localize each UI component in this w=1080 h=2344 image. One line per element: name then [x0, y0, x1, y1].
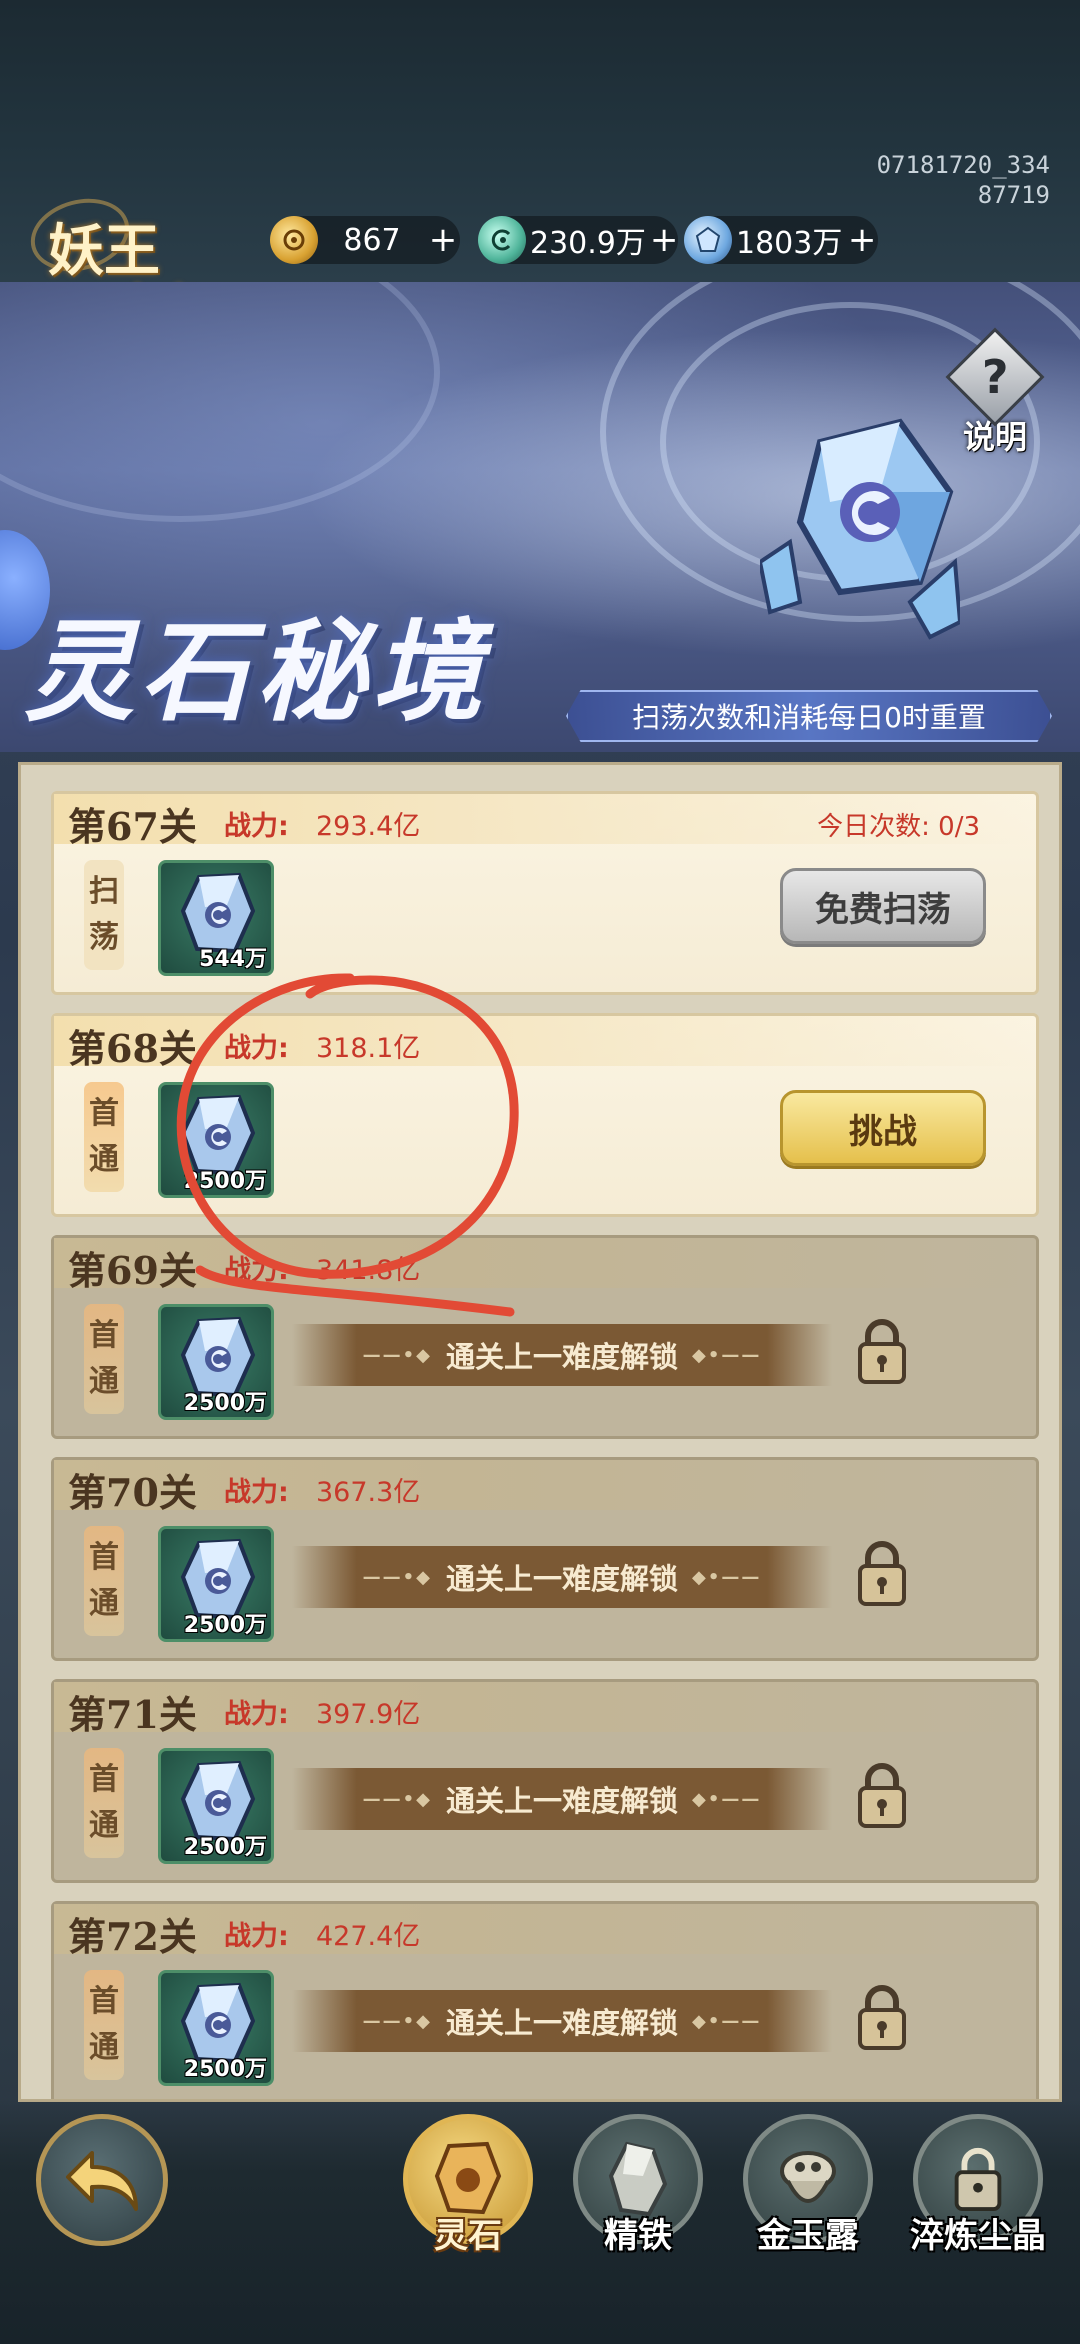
currency-gold: 867 + — [270, 216, 460, 264]
bottom-nav: 灵石 精铁 金玉露 淬炼尘晶 — [0, 2100, 1080, 2344]
back-button[interactable] — [36, 2114, 168, 2246]
stage-row: 第68关 战力: 318.1亿 首通 2500万 挑战 — [51, 1013, 1039, 1217]
gold-value: 867 — [343, 222, 401, 258]
server-id: 07181720_334 87719 — [877, 150, 1050, 210]
stage-level: 第69关 — [68, 1248, 197, 1293]
reward-item[interactable]: 2500万 — [158, 1748, 274, 1864]
power-label: 战力: — [224, 1033, 289, 1064]
server-id-line-2: 87719 — [977, 181, 1050, 209]
jade-value: 230.9万 — [530, 226, 646, 261]
server-id-line-1: 07181720_334 — [876, 151, 1050, 179]
stage-row: 第70关 战力: 367.3亿 首通 2500万 ——•◆ 通关上一难度解锁 ◆•—… — [51, 1457, 1039, 1661]
free-sweep-button[interactable]: 免费扫荡 — [780, 868, 986, 944]
stage-row: 第69关 战力: 341.8亿 首通 2500万 ——•◆ 通关上一难度解锁 ◆•—… — [51, 1235, 1039, 1439]
banner-title: 灵石秘境 — [24, 607, 488, 736]
stage-level: 第72关 — [68, 1914, 197, 1959]
padlock-icon — [858, 1319, 906, 1384]
power-label: 战力: — [224, 811, 289, 842]
reward-amount: 2500万 — [183, 1169, 267, 1194]
reward-item[interactable]: 2500万 — [158, 1304, 274, 1420]
add-spirit-stone-button[interactable]: + — [846, 220, 878, 260]
sweep-tag: 扫荡 — [84, 860, 124, 970]
tab-label: 灵石 — [434, 2216, 502, 2256]
tab-tempered-crystal[interactable]: 淬炼尘晶 — [908, 2114, 1048, 2284]
currency-jade: 230.9万 + — [478, 216, 679, 264]
stage-row: 第71关 战力: 397.9亿 首通 2500万 ——•◆ 通关上一难度解锁 ◆•—… — [51, 1679, 1039, 1883]
first-clear-tag: 首通 — [84, 1304, 124, 1414]
power-value: 397.9亿 — [316, 1699, 421, 1730]
stage-list: 第67关 战力: 293.4亿 今日次数: 0/3 扫荡 544万 免费扫荡 第… — [18, 762, 1062, 2102]
tab-jade-dew[interactable]: 金玉露 — [738, 2114, 878, 2284]
unlock-hint: ——•◆ 通关上一难度解锁 ◆•—— — [292, 1990, 832, 2052]
stage-level: 第70关 — [68, 1470, 197, 1515]
reward-item[interactable]: 2500万 — [158, 1526, 274, 1642]
tab-label: 金玉露 — [757, 2216, 859, 2256]
add-jade-button[interactable]: + — [650, 220, 679, 260]
gold-coin-icon — [270, 216, 318, 264]
banner: ? 说明 灵石秘境 扫荡次数和消耗每日0时重置 — [0, 282, 1080, 752]
power-value: 427.4亿 — [316, 1921, 421, 1952]
top-bar: 妖王 宝库 867 + 230.9万 + 1803万 + 07181720_33… — [0, 0, 1080, 330]
spirit-stone-icon — [684, 216, 732, 264]
power-value: 318.1亿 — [316, 1033, 421, 1064]
reward-item[interactable]: 2500万 — [158, 1970, 274, 2086]
padlock-icon — [858, 1985, 906, 2050]
spirit-crystal-icon — [760, 418, 960, 640]
spirit-stone-value: 1803万 — [736, 226, 843, 261]
padlock-icon — [858, 1541, 906, 1606]
padlock-icon — [858, 1763, 906, 1828]
unlock-hint: ——•◆ 通关上一难度解锁 ◆•—— — [292, 1768, 832, 1830]
power-label: 战力: — [224, 1255, 289, 1286]
power-label: 战力: — [224, 1699, 289, 1730]
challenge-button[interactable]: 挑战 — [780, 1090, 986, 1166]
stage-row: 第72关 战力: 427.4亿 首通 2500万 ——•◆ 通关上一难度解锁 ◆•—… — [51, 1901, 1039, 2099]
tab-spirit-stone[interactable]: 灵石 — [398, 2114, 538, 2284]
reward-amount: 2500万 — [183, 1391, 267, 1416]
tab-label: 淬炼尘晶 — [910, 2216, 1046, 2256]
unlock-hint: ——•◆ 通关上一难度解锁 ◆•—— — [292, 1546, 832, 1608]
power-label: 战力: — [224, 1477, 289, 1508]
first-clear-tag: 首通 — [84, 1526, 124, 1636]
add-gold-button[interactable]: + — [426, 220, 460, 260]
jade-icon — [478, 216, 526, 264]
reset-notice: 扫荡次数和消耗每日0时重置 — [566, 690, 1052, 742]
currency-spirit-stone: 1803万 + — [684, 216, 878, 264]
cloud-swirl — [0, 282, 440, 522]
power-value: 341.8亿 — [316, 1255, 421, 1286]
power-value: 293.4亿 — [316, 811, 421, 842]
power-label: 战力: — [224, 1921, 289, 1952]
first-clear-tag: 首通 — [84, 1970, 124, 2080]
back-arrow-icon — [66, 2151, 138, 2211]
stage-row: 第67关 战力: 293.4亿 今日次数: 0/3 扫荡 544万 免费扫荡 — [51, 791, 1039, 995]
reward-amount: 2500万 — [183, 1613, 267, 1638]
reward-amount: 544万 — [199, 947, 267, 972]
first-clear-tag: 首通 — [84, 1748, 124, 1858]
help-button[interactable]: ? 说明 — [945, 327, 1045, 456]
unlock-hint: ——•◆ 通关上一难度解锁 ◆•—— — [292, 1324, 832, 1386]
daily-count: 今日次数: 0/3 — [817, 812, 980, 842]
stage-level: 第68关 — [68, 1026, 197, 1071]
stage-level: 第71关 — [68, 1692, 197, 1737]
reward-item[interactable]: 544万 — [158, 860, 274, 976]
power-value: 367.3亿 — [316, 1477, 421, 1508]
tab-label: 精铁 — [604, 2216, 672, 2256]
stage-level: 第67关 — [68, 804, 197, 849]
reward-amount: 2500万 — [183, 1835, 267, 1860]
tab-iron[interactable]: 精铁 — [568, 2114, 708, 2284]
reward-amount: 2500万 — [183, 2057, 267, 2082]
reward-item[interactable]: 2500万 — [158, 1082, 274, 1198]
first-clear-tag: 首通 — [84, 1082, 124, 1192]
